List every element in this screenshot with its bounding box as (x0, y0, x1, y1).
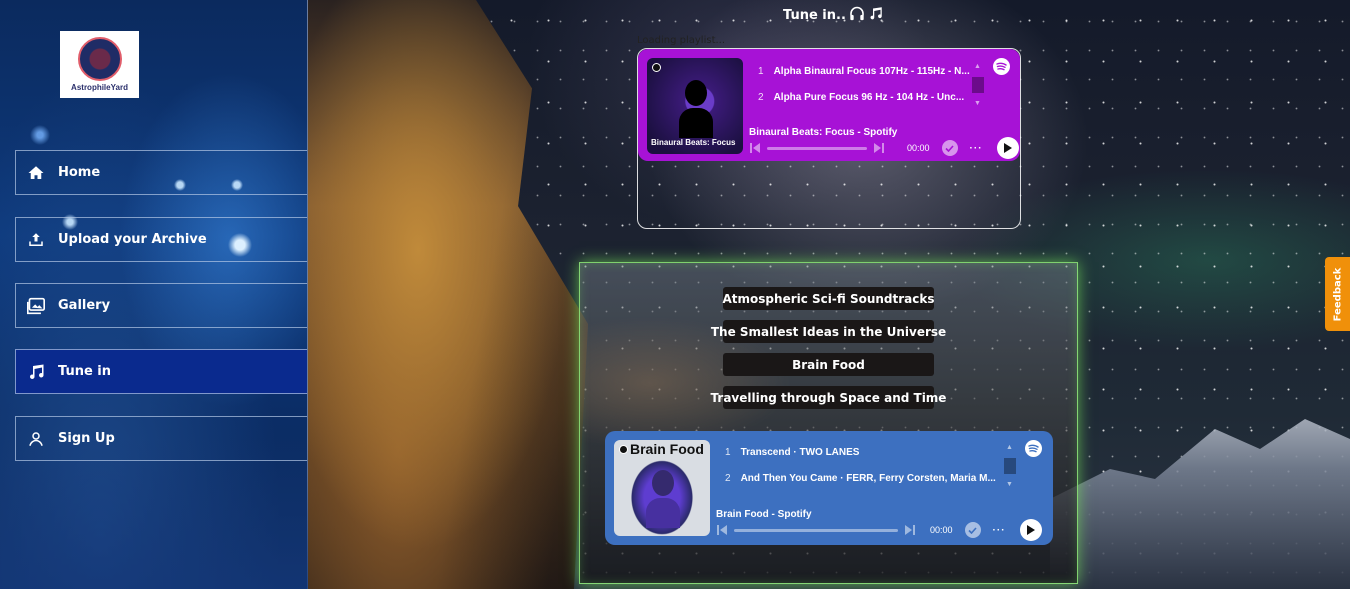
more-options-icon[interactable]: ··· (993, 525, 1006, 536)
track-list-scrollbar[interactable]: ▲ ▼ (1004, 444, 1016, 488)
sidebar-item-tune-in[interactable]: Tune in (15, 349, 307, 394)
feedback-tab[interactable]: Feedback (1325, 257, 1350, 331)
next-icon[interactable] (873, 142, 885, 154)
playlist-cover: Brain Food (614, 440, 710, 536)
spotify-logo-icon[interactable] (1025, 440, 1042, 457)
progress-bar[interactable] (734, 528, 898, 532)
page-title-text: Tune in.. (783, 8, 846, 23)
spotify-small-icon (619, 445, 628, 454)
track-number: 2 (758, 92, 764, 103)
playlist-button-travelling[interactable]: Travelling through Space and Time (711, 386, 946, 409)
loading-text: Loading playlist... (637, 35, 726, 46)
track-title: Alpha Binaural Focus 107Hz - 115Hz - N..… (773, 66, 970, 77)
track-title: And Then You Came · FERR, Ferry Corsten,… (740, 473, 996, 484)
sidebar-item-label: Tune in (58, 364, 112, 379)
track-number: 1 (758, 66, 764, 77)
sidebar-item-home[interactable]: Home (15, 150, 307, 195)
home-icon (26, 163, 46, 183)
music-note-icon (26, 362, 46, 382)
logo-emblem-icon (77, 37, 122, 81)
headphones-icon (849, 6, 865, 25)
track-number: 1 (725, 447, 731, 458)
cover-title: Binaural Beats: Focus (651, 138, 736, 148)
spotify-embed-player-brain-food[interactable]: Brain Food 1 Transcend · TWO LANES 2 And… (605, 431, 1053, 545)
time-display: 00:00 (930, 525, 953, 535)
upload-icon (26, 230, 46, 250)
track-title: Transcend · TWO LANES (740, 447, 860, 458)
previous-icon[interactable] (716, 524, 728, 536)
more-options-icon[interactable]: ··· (970, 143, 983, 154)
spotify-embed-player[interactable]: Binaural Beats: Focus 1 Alpha Binaural F… (638, 49, 1020, 161)
save-check-icon[interactable] (941, 140, 958, 156)
music-notes-icon (868, 6, 883, 25)
cover-silhouette (646, 470, 680, 530)
track-row[interactable]: 1 Alpha Binaural Focus 107Hz - 115Hz - N… (758, 66, 970, 77)
user-icon (26, 429, 46, 449)
spotify-small-icon (652, 63, 661, 72)
sidebar-item-label: Sign Up (58, 431, 115, 446)
sidebar-decoration (0, 439, 308, 589)
track-number: 2 (725, 473, 731, 484)
gallery-icon (26, 296, 46, 316)
sidebar-item-sign-up[interactable]: Sign Up (15, 416, 307, 461)
track-title: Alpha Pure Focus 96 Hz - 104 Hz - Unc... (773, 92, 965, 103)
track-row[interactable]: 2 Alpha Pure Focus 96 Hz - 104 Hz - Unc.… (758, 92, 964, 103)
sidebar-item-gallery[interactable]: Gallery (15, 283, 307, 328)
player-controls: 00:00 ··· (749, 137, 1019, 159)
cover-title: Brain Food (630, 441, 704, 457)
page-title: Tune in.. (783, 6, 883, 25)
feedback-label: Feedback (1332, 267, 1344, 321)
logo[interactable]: AstrophileYard (60, 31, 139, 98)
sidebar-item-label: Home (58, 165, 101, 180)
sidebar-item-upload[interactable]: Upload your Archive (15, 217, 307, 262)
cover-silhouette (679, 80, 713, 140)
sidebar: AstrophileYard Home Upload your Archive … (0, 0, 308, 589)
play-button[interactable] (1019, 519, 1042, 541)
spotify-logo-icon[interactable] (993, 58, 1010, 75)
playlist-button-atmospheric[interactable]: Atmospheric Sci-fi Soundtracks (723, 287, 935, 310)
track-row[interactable]: 2 And Then You Came · FERR, Ferry Corste… (725, 473, 996, 484)
playlist-button-brain-food[interactable]: Brain Food (723, 353, 934, 376)
progress-bar[interactable] (767, 146, 867, 150)
track-row[interactable]: 1 Transcend · TWO LANES (725, 447, 859, 458)
next-icon[interactable] (904, 524, 916, 536)
playlist-cover: Binaural Beats: Focus (647, 58, 743, 154)
previous-icon[interactable] (749, 142, 761, 154)
save-check-icon[interactable] (964, 522, 981, 538)
playlist-button-smallest-ideas[interactable]: The Smallest Ideas in the Universe (711, 320, 946, 343)
track-list-scrollbar[interactable]: ▲ ▼ (972, 63, 984, 107)
time-display: 00:00 (907, 143, 930, 153)
play-button[interactable] (996, 137, 1019, 159)
player-controls: 00:00 ··· (716, 519, 1042, 541)
logo-text: AstrophileYard (71, 83, 128, 92)
sidebar-item-label: Gallery (58, 298, 111, 313)
sidebar-item-label: Upload your Archive (58, 232, 207, 247)
